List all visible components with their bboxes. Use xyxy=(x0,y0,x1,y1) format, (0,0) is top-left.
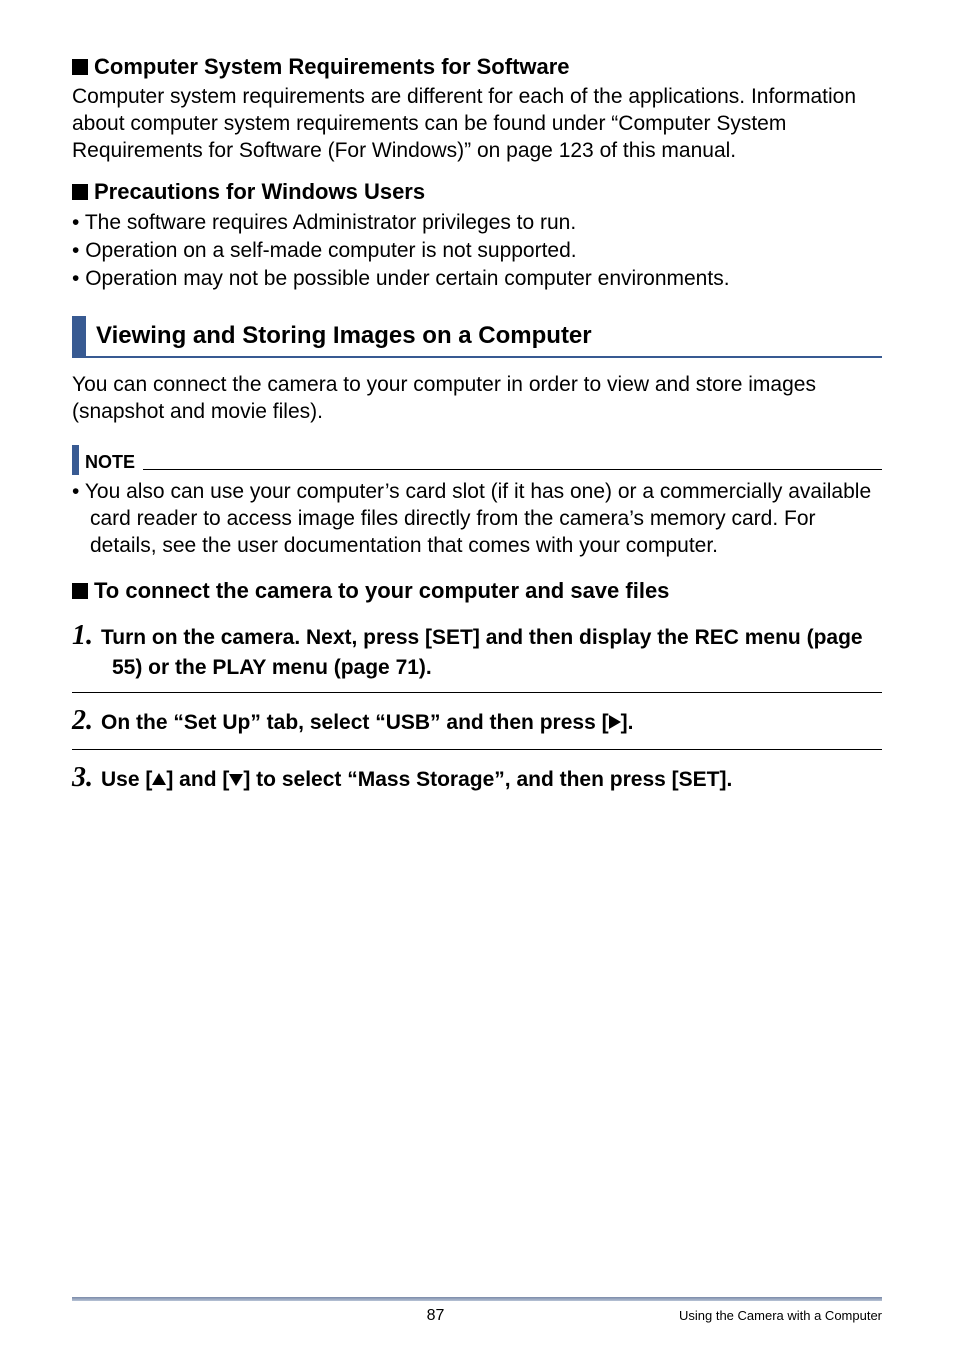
square-bullet-icon xyxy=(72,184,88,200)
section-heading-bar: Viewing and Storing Images on a Computer xyxy=(72,316,882,358)
note-heading: NOTE xyxy=(72,445,882,475)
triangle-down-icon xyxy=(229,774,243,786)
step-text-part: On the “Set Up” tab, select “USB” and th… xyxy=(101,711,609,734)
paragraph-requirements: Computer system requirements are differe… xyxy=(72,84,882,165)
page-number: 87 xyxy=(427,1307,445,1325)
heading-connect-camera: To connect the camera to your computer a… xyxy=(72,578,882,604)
precautions-list: The software requires Administrator priv… xyxy=(72,209,882,294)
heading-text: Precautions for Windows Users xyxy=(94,179,425,204)
section-accent-icon xyxy=(72,316,86,356)
step-number: 1. xyxy=(72,620,93,651)
note-list: You also can use your computer’s card sl… xyxy=(72,479,882,560)
square-bullet-icon xyxy=(72,59,88,75)
step-text-part: ]. xyxy=(621,711,634,734)
step-2: 2. On the “Set Up” tab, select “USB” and … xyxy=(72,693,882,749)
step-number: 2. xyxy=(72,705,93,736)
list-item: The software requires Administrator priv… xyxy=(72,209,882,237)
section-title: Viewing and Storing Images on a Computer xyxy=(96,316,592,356)
heading-text: Computer System Requirements for Softwar… xyxy=(94,54,570,79)
list-item: You also can use your computer’s card sl… xyxy=(72,479,882,560)
step-text: Turn on the camera. Next, press [SET] an… xyxy=(101,626,863,679)
list-item: Operation may not be possible under cert… xyxy=(72,265,882,293)
heading-precautions: Precautions for Windows Users xyxy=(72,179,882,205)
step-1: 1. Turn on the camera. Next, press [SET] … xyxy=(72,608,882,692)
note-label: NOTE xyxy=(85,452,135,475)
list-item: Operation on a self-made computer is not… xyxy=(72,237,882,265)
heading-text: To connect the camera to your computer a… xyxy=(94,578,669,603)
note-accent-icon xyxy=(72,445,79,475)
step-text-part: ] and [ xyxy=(166,768,229,791)
triangle-up-icon xyxy=(152,773,166,785)
footer-section-label: Using the Camera with a Computer xyxy=(679,1308,882,1323)
heading-computer-requirements: Computer System Requirements for Softwar… xyxy=(72,54,882,80)
step-text: On the “Set Up” tab, select “USB” and th… xyxy=(101,711,633,734)
step-number: 3. xyxy=(72,762,93,793)
square-bullet-icon xyxy=(72,583,88,599)
step-3: 3. Use [ ] and [ ] to select “Mass Storage”… xyxy=(72,750,882,806)
note-rule-icon xyxy=(143,469,882,470)
triangle-right-icon xyxy=(609,715,621,729)
page-footer: 87 Using the Camera with a Computer xyxy=(72,1297,882,1325)
step-text: Use [ ] and [ ] to select “Mass Storage”, … xyxy=(101,768,732,791)
step-text-part: ] to select “Mass Storage”, and then pre… xyxy=(243,768,732,791)
paragraph-intro: You can connect the camera to your compu… xyxy=(72,372,882,426)
step-text-part: Use [ xyxy=(101,768,152,791)
footer-rule-icon xyxy=(72,1297,882,1301)
